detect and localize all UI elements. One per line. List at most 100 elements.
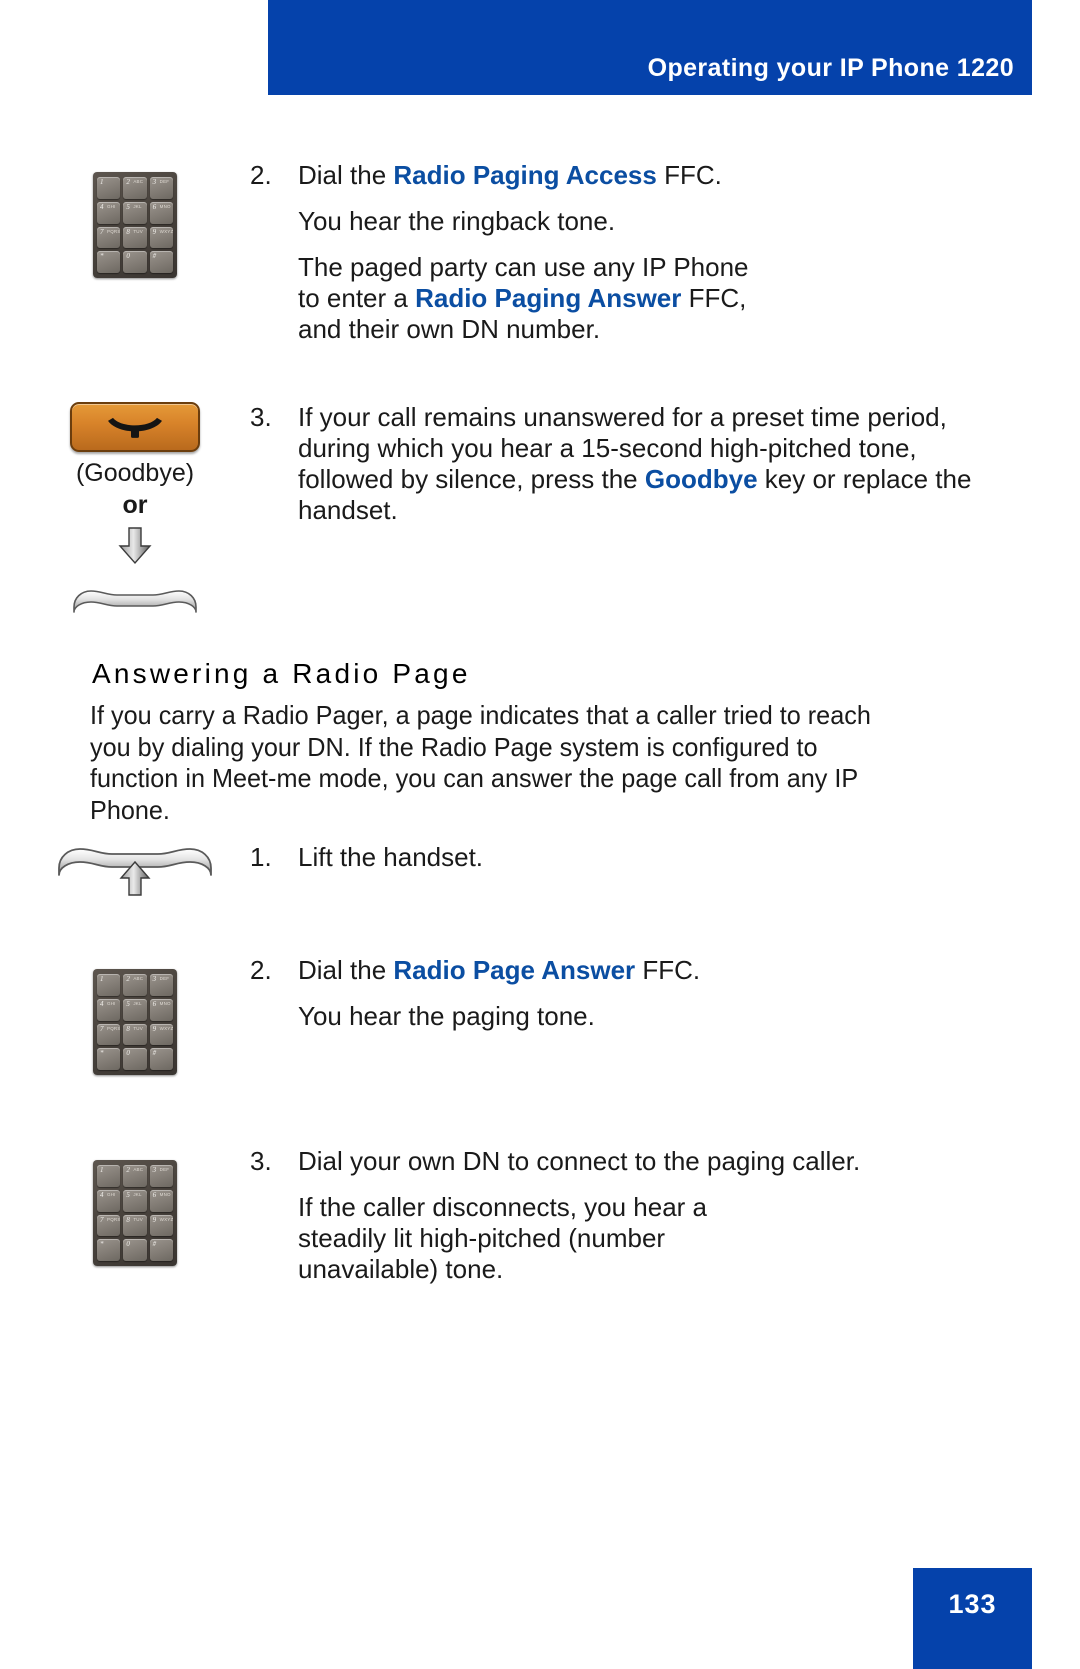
keypad-key-digit: 2 (126, 178, 130, 186)
step-line: 1. Lift the handset. (250, 842, 980, 873)
keypad-key-9: 9 WXYZ (149, 226, 173, 249)
keypad-key-digit: 1 (100, 178, 104, 186)
step-row-bottom-3: 1 2 ABC 3 DEF 4 GHI 5 JKL 6 MNO 7 PQRS 8 TUV 9 WXYZ * 0 # 3… (20, 1146, 980, 1285)
keypad-key-digit: 1 (100, 975, 104, 983)
keypad-key-letters: JKL (133, 1191, 142, 1197)
keypad-key-*: * (97, 251, 121, 273)
step-row-top-2: 1 2 ABC 3 DEF 4 GHI 5 JKL 6 MNO 7 PQRS 8 TUV 9 WXYZ * 0 # 2… (20, 160, 980, 345)
keypad-key-letters: JKL (133, 1000, 142, 1006)
keypad-key-7: 7 PQRS (97, 1023, 121, 1046)
step-note: The paged party can use any IP Phone to … (298, 252, 749, 344)
keypad-key-digit: # (152, 1049, 157, 1058)
keypad-key-letters: PQRS (107, 1216, 121, 1222)
keypad-key-digit: 9 (152, 1215, 157, 1224)
step-number: 3. (250, 402, 272, 432)
keypad-key-digit: 0 (126, 1049, 130, 1058)
text-column: 3. If your call remains unanswered for a… (250, 402, 980, 526)
keypad-key-5: 5 JKL (123, 998, 147, 1021)
handset-down-icon (108, 417, 162, 438)
icon-column: 1 2 ABC 3 DEF 4 GHI 5 JKL 6 MNO 7 PQRS 8 TUV 9 WXYZ * 0 # (20, 1146, 250, 1266)
down-arrow-icon (117, 526, 153, 571)
keypad-key-digit: * (100, 1240, 104, 1249)
keypad-key-*: * (97, 1048, 121, 1070)
keypad-key-digit: 8 (126, 1215, 130, 1224)
keypad-key-4: 4 GHI (97, 1189, 121, 1212)
icon-column (20, 842, 250, 903)
icon-column-goodbye: (Goodbye) or (20, 402, 250, 620)
keypad-key-6: 6 MNO (149, 1189, 173, 1212)
goodbye-key-icon[interactable] (70, 402, 200, 452)
step-text: Dial the Radio Paging Access FFC. (298, 160, 722, 190)
keypad-key-1: 1 (97, 177, 121, 199)
keypad-key-3: 3 DEF (149, 974, 173, 996)
keypad-key-letters: WXYZ (159, 1216, 173, 1222)
keypad-key-8: 8 TUV (123, 1214, 147, 1237)
icon-column: 1 2 ABC 3 DEF 4 GHI 5 JKL 6 MNO 7 PQRS 8 TUV 9 WXYZ * 0 # (20, 160, 250, 278)
section-heading: Answering a Radio Page (92, 658, 471, 689)
step-number: 3. (250, 1146, 272, 1176)
section-paragraph: If you carry a Radio Pager, a page indic… (90, 700, 871, 825)
keypad-key-letters: DEF (159, 976, 170, 981)
keypad-key-digit: 0 (126, 252, 130, 261)
keypad-key-digit: 7 (100, 227, 104, 236)
keypad-key-#: # (149, 251, 173, 273)
keypad-key-3: 3 DEF (149, 1165, 173, 1187)
keypad-key-9: 9 WXYZ (149, 1214, 173, 1237)
step-row-bottom-1: 1. Lift the handset. (20, 842, 980, 903)
keypad-icon: 1 2 ABC 3 DEF 4 GHI 5 JKL 6 MNO 7 PQRS 8 TUV 9 WXYZ * 0 # (93, 172, 177, 278)
keypad-key-letters: WXYZ (159, 228, 173, 234)
emphasis-keyword: Goodbye (644, 464, 758, 494)
keypad-key-digit: 7 (100, 1215, 104, 1224)
keypad-key-letters: MNO (159, 203, 171, 209)
keypad-key-letters: DEF (159, 179, 170, 184)
keypad-key-digit: 8 (126, 227, 130, 236)
keypad-key-digit: 7 (100, 1024, 104, 1033)
keypad-key-0: 0 (123, 251, 147, 273)
page-header-title: Operating your IP Phone 1220 (647, 54, 1014, 82)
keypad-key-4: 4 GHI (97, 201, 121, 224)
keypad-key-digit: 6 (152, 1190, 157, 1199)
text-column: 1. Lift the handset. (250, 842, 980, 873)
keypad-key-letters: TUV (133, 1025, 143, 1031)
keypad-key-digit: 0 (126, 1240, 130, 1249)
keypad-key-#: # (149, 1239, 173, 1261)
keypad-key-digit: 4 (100, 202, 104, 211)
keypad-key-letters: GHI (107, 1191, 116, 1197)
text-column: 2. Dial the Radio Paging Access FFC. You… (250, 160, 980, 345)
step-note: If the caller disconnects, you hear a st… (298, 1192, 708, 1284)
keypad-key-letters: MNO (159, 1191, 171, 1197)
step-note: You hear the ringback tone. (298, 206, 616, 236)
keypad-key-0: 0 (123, 1239, 147, 1261)
emphasis-keyword: Radio Page Answer (393, 955, 636, 985)
step-text: If your call remains unanswered for a pr… (298, 402, 972, 525)
step-number: 1. (250, 842, 272, 872)
keypad-key-8: 8 TUV (123, 226, 147, 249)
keypad-key-digit: 9 (152, 227, 157, 236)
keypad-key-6: 6 MNO (149, 998, 173, 1021)
step-row-bottom-2: 1 2 ABC 3 DEF 4 GHI 5 JKL 6 MNO 7 PQRS 8 TUV 9 WXYZ * 0 # 2… (20, 955, 980, 1075)
keypad-key-letters: ABC (133, 1167, 144, 1172)
keypad-key-letters: JKL (133, 203, 142, 209)
text-column: 3. Dial your own DN to connect to the pa… (250, 1146, 980, 1285)
step-line: 2. Dial the Radio Page Answer FFC. (250, 955, 980, 986)
keypad-key-5: 5 JKL (123, 201, 147, 224)
emphasis-keyword: Radio Paging Access (393, 160, 657, 190)
step-text: Dial the Radio Page Answer FFC. (298, 955, 701, 985)
keypad-key-6: 6 MNO (149, 201, 173, 224)
keypad-key-digit: 4 (100, 1190, 104, 1199)
step-line: 2. Dial the Radio Paging Access FFC. (250, 160, 980, 191)
goodbye-caption: (Goodbye) (75, 459, 195, 487)
icon-column: 1 2 ABC 3 DEF 4 GHI 5 JKL 6 MNO 7 PQRS 8 TUV 9 WXYZ * 0 # (20, 955, 250, 1075)
keypad-key-3: 3 DEF (149, 177, 173, 199)
keypad-key-digit: 3 (152, 975, 157, 983)
keypad-key-letters: MNO (159, 1000, 171, 1006)
text-column: 2. Dial the Radio Page Answer FFC. You h… (250, 955, 980, 1032)
step-line: 3. If your call remains unanswered for a… (250, 402, 980, 526)
page-number: 133 (948, 1589, 997, 1619)
step-row-top-3: (Goodbye) or 3. If your call remains una… (20, 402, 980, 620)
keypad-key-digit: * (100, 1049, 104, 1058)
keypad-key-7: 7 PQRS (97, 226, 121, 249)
